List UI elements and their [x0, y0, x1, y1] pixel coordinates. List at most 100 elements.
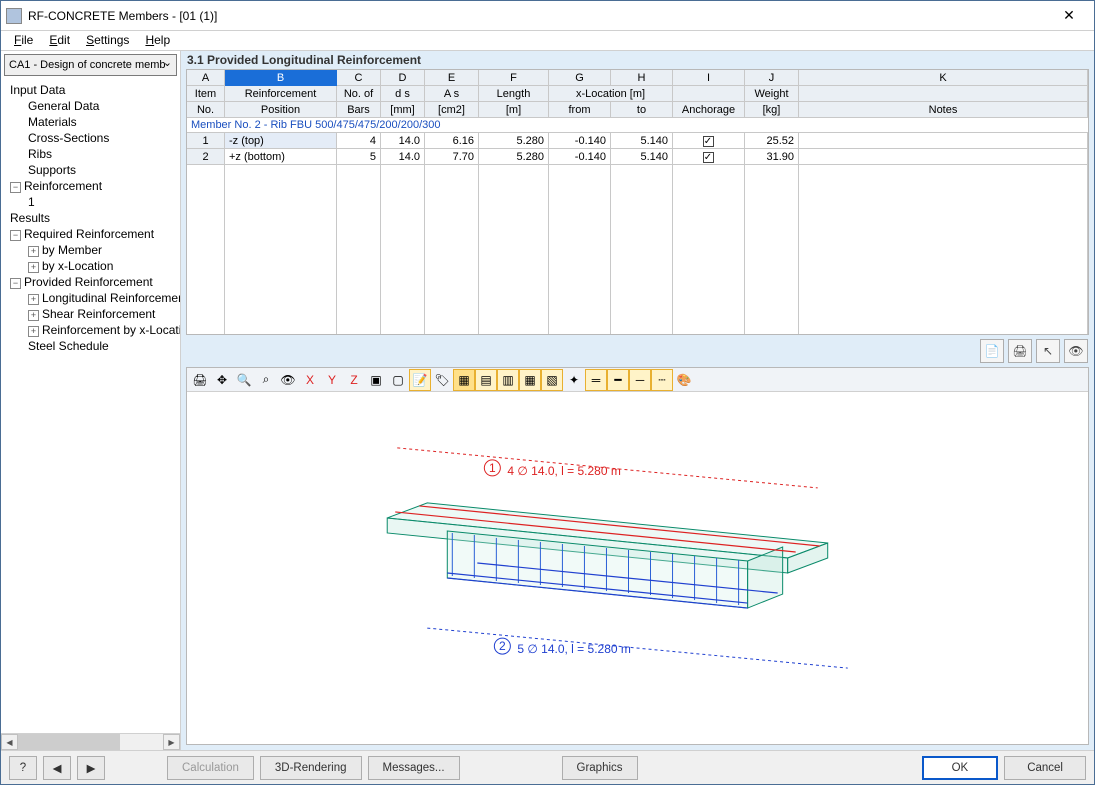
print-icon[interactable]: 🖨 [189, 369, 211, 391]
menu-edit[interactable]: Edit [41, 31, 78, 50]
col-ds: d s [381, 86, 425, 102]
scroll-left-icon[interactable]: ◀ [1, 734, 18, 750]
case-selector[interactable]: CA1 - Design of concrete memb [4, 54, 177, 76]
expand-icon[interactable]: + [28, 310, 39, 321]
collapse-icon[interactable]: − [10, 278, 21, 289]
tree-materials[interactable]: Materials [6, 114, 180, 130]
col-from: from [549, 102, 611, 118]
graphics-button[interactable]: Graphics [562, 756, 638, 780]
col-bars: Bars [337, 102, 381, 118]
col-c[interactable]: C [337, 70, 381, 86]
collapse-icon[interactable]: − [10, 182, 21, 193]
scroll-right-icon[interactable]: ▶ [163, 734, 180, 750]
axis-y-icon[interactable]: Y [321, 369, 343, 391]
menu-file[interactable]: File [6, 31, 41, 50]
member-row[interactable]: Member No. 2 - Rib FBU 500/475/475/200/2… [187, 118, 1088, 133]
col-j[interactable]: J [745, 70, 799, 86]
col-g[interactable]: G [549, 70, 611, 86]
grid3-icon[interactable]: ▦ [519, 369, 541, 391]
tree-input-data[interactable]: Input Data [6, 82, 180, 98]
tags-icon[interactable]: 🏷 [431, 369, 453, 391]
sidebar: CA1 - Design of concrete memb Input Data… [1, 51, 181, 750]
tree-results[interactable]: Results [6, 210, 180, 226]
zoom-window-icon[interactable]: ⌕ [255, 369, 277, 391]
expand-icon[interactable]: + [28, 246, 39, 257]
bar2-icon[interactable]: ━ [607, 369, 629, 391]
tree-reinforcement-by-xlocation[interactable]: +Reinforcement by x-Location [6, 322, 180, 338]
col-d[interactable]: D [381, 70, 425, 86]
tree-shear-reinforcement[interactable]: +Shear Reinforcement [6, 306, 180, 322]
col-b[interactable]: B [225, 70, 337, 86]
pick-icon[interactable]: ↖ [1036, 339, 1060, 363]
eye-icon[interactable]: 👁 [1064, 339, 1088, 363]
menu-settings[interactable]: Settings [78, 31, 137, 50]
table-row[interactable]: 1 -z (top) 4 14.0 6.16 5.280 -0.140 5.14… [187, 133, 1088, 149]
expand-icon[interactable]: + [28, 294, 39, 305]
sidebar-hscroll[interactable]: ◀ ▶ [1, 733, 180, 750]
col-notes: Notes [799, 102, 1088, 118]
3d-rendering-button[interactable]: 3D-Rendering [260, 756, 362, 780]
anchorage-check[interactable]: ✓ [703, 136, 714, 147]
tree-reinforcement[interactable]: −Reinforcement [6, 178, 180, 194]
col-length: Length [479, 86, 549, 102]
col-k[interactable]: K [799, 70, 1088, 86]
expand-icon[interactable]: + [28, 262, 39, 273]
col-a[interactable]: A [187, 70, 225, 86]
ok-button[interactable]: OK [922, 756, 999, 780]
view-icon[interactable]: 👁 [277, 369, 299, 391]
col-anchorage: Anchorage [673, 102, 745, 118]
axis-x-icon[interactable]: X [299, 369, 321, 391]
grid1-icon[interactable]: ▤ [475, 369, 497, 391]
tree-steel-schedule[interactable]: Steel Schedule [6, 338, 180, 354]
col-h[interactable]: H [611, 70, 673, 86]
calculation-button[interactable]: Calculation [167, 756, 254, 780]
show-labels-icon[interactable]: 📝 [409, 369, 431, 391]
table-buttons: 📄 🖨 ↖ 👁 [181, 335, 1094, 367]
col-anchorage-blank [673, 86, 745, 102]
tree-ribs[interactable]: Ribs [6, 146, 180, 162]
collapse-icon[interactable]: − [10, 230, 21, 241]
grid2-icon[interactable]: ▥ [497, 369, 519, 391]
tree-cross-sections[interactable]: Cross-Sections [6, 130, 180, 146]
col-f[interactable]: F [479, 70, 549, 86]
nav-prev-button[interactable]: ◀ [43, 756, 71, 780]
3d-viewer: 🖨 ✥ 🔍 ⌕ 👁 X Y Z ▣ ▢ 📝 🏷 ▦ ▤ ▥ ▦ ▧ [186, 367, 1089, 745]
box-icon[interactable]: ▢ [387, 369, 409, 391]
bar3-icon[interactable]: ─ [629, 369, 651, 391]
anchorage-check[interactable]: ✓ [703, 152, 714, 163]
tree-general-data[interactable]: General Data [6, 98, 180, 114]
cancel-button[interactable]: Cancel [1004, 756, 1086, 780]
tree-supports[interactable]: Supports [6, 162, 180, 178]
bar1-icon[interactable]: ═ [585, 369, 607, 391]
export-icon[interactable]: 📄 [980, 339, 1004, 363]
help-button[interactable]: ? [9, 756, 37, 780]
bar4-icon[interactable]: ┄ [651, 369, 673, 391]
tree-by-xlocation[interactable]: +by x-Location [6, 258, 180, 274]
content-pane: 3.1 Provided Longitudinal Reinforcement … [181, 51, 1094, 750]
col-i[interactable]: I [673, 70, 745, 86]
zoom-icon[interactable]: 🔍 [233, 369, 255, 391]
col-e[interactable]: E [425, 70, 479, 86]
pan-icon[interactable]: ✥ [211, 369, 233, 391]
expand-icon[interactable]: + [28, 326, 39, 337]
grid4-icon[interactable]: ▧ [541, 369, 563, 391]
tree-reinforcement-1[interactable]: 1 [6, 194, 180, 210]
tree-required-reinforcement[interactable]: −Required Reinforcement [6, 226, 180, 242]
iso-icon[interactable]: ▣ [365, 369, 387, 391]
table-row[interactable]: 2 +z (bottom) 5 14.0 7.70 5.280 -0.140 5… [187, 149, 1088, 165]
app-icon [6, 8, 22, 24]
tree-by-member[interactable]: +by Member [6, 242, 180, 258]
close-button[interactable]: ✕ [1049, 2, 1089, 30]
axis-z-icon[interactable]: Z [343, 369, 365, 391]
tree-longitudinal-reinforcement[interactable]: +Longitudinal Reinforcement [6, 290, 180, 306]
print-icon[interactable]: 🖨 [1008, 339, 1032, 363]
render-icon[interactable]: 🎨 [673, 369, 695, 391]
messages-button[interactable]: Messages... [368, 756, 460, 780]
axes-icon[interactable]: ✦ [563, 369, 585, 391]
section-icon[interactable]: ▦ [453, 369, 475, 391]
nav-next-button[interactable]: ▶ [77, 756, 105, 780]
titlebar: RF-CONCRETE Members - [01 (1)] ✕ [1, 1, 1094, 31]
menu-help[interactable]: Help [137, 31, 178, 50]
render-canvas[interactable]: 1 4 ∅ 14.0, l = 5.280 m 2 5 ∅ 14.0, l = … [187, 392, 1088, 744]
tree-provided-reinforcement[interactable]: −Provided Reinforcement [6, 274, 180, 290]
